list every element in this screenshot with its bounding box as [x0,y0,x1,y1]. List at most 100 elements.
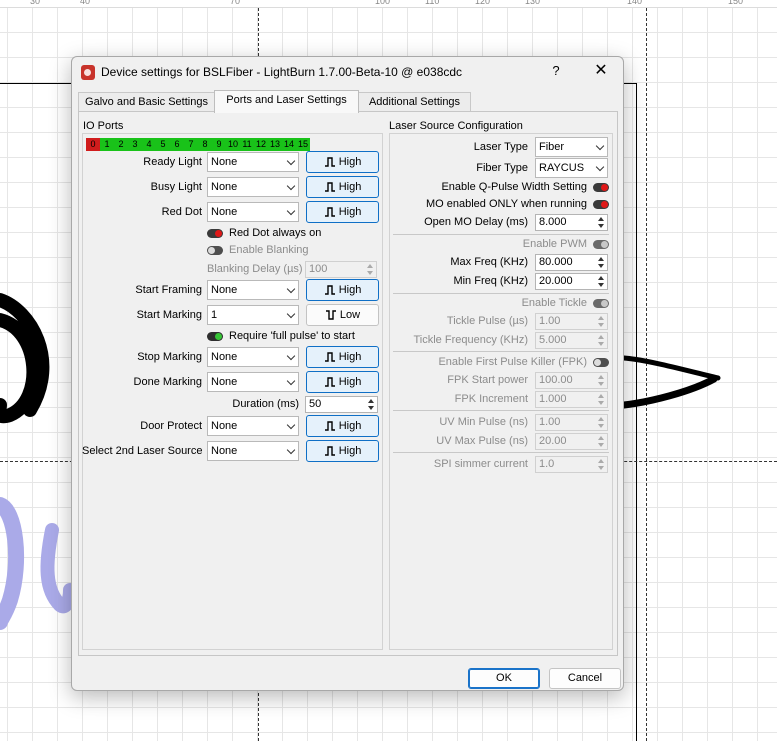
port-indicator-8: 8 [198,138,212,151]
cancel-button[interactable]: Cancel [549,668,621,689]
low-pulse-icon [325,310,336,320]
divider [393,351,609,352]
duration-spinbox[interactable]: 50 [305,396,378,413]
start-marking-select[interactable]: 1 [207,305,299,325]
divider [393,234,609,235]
busy-light-signal: High [338,181,362,193]
spin-arrows[interactable] [596,334,606,347]
done-marking-signal: High [338,376,362,388]
door-protect-select[interactable]: None [207,416,299,436]
uv-max-pulse-spinbox[interactable]: 20.00 [535,433,608,450]
chevron-down-icon [286,284,296,294]
max-freq-spinbox[interactable]: 80.000 [535,254,608,271]
toggle-knob [215,230,222,237]
second-laser-label: Select 2nd Laser Source [82,445,203,457]
open-mo-delay-spinbox[interactable]: 8.000 [535,214,608,231]
fpk-start-power-spinbox[interactable]: 100.00 [535,372,608,389]
door-protect-signal-button[interactable]: High [306,415,379,437]
red-dot-value: None [211,206,238,218]
spin-arrows[interactable] [596,256,606,269]
start-framing-select[interactable]: None [207,280,299,300]
red-dot-always-on-toggle[interactable] [207,229,223,238]
spin-arrows[interactable] [596,315,606,328]
ready-light-value: None [211,156,238,168]
ready-light-signal-button[interactable]: High [306,151,379,173]
tab-additional[interactable]: Additional Settings [358,92,471,112]
open-mo-delay-label: Open MO Delay (ms) [424,216,528,228]
toggle-knob [208,247,215,254]
spin-arrows[interactable] [596,435,606,448]
enable-fpk-label: Enable First Pulse Killer (FPK) [438,356,587,368]
high-pulse-icon [324,421,335,431]
toggle-knob [601,184,608,191]
enable-blanking-toggle[interactable] [207,246,223,255]
title-bar[interactable]: Device settings for BSLFiber - LightBurn… [72,57,623,87]
enable-tickle-toggle[interactable] [593,299,609,308]
fpk-start-power-label: FPK Start power [447,374,528,386]
red-dot-always-on-label: Red Dot always on [229,227,322,239]
start-marking-value: 1 [211,309,218,321]
fpk-increment-spinbox[interactable]: 1.000 [535,391,608,408]
ready-light-select[interactable]: None [207,152,299,172]
mo-enabled-toggle[interactable] [593,200,609,209]
tab-ports-laser[interactable]: Ports and Laser Settings [214,90,359,113]
busy-light-select[interactable]: None [207,177,299,197]
spin-arrows[interactable] [596,458,606,471]
spin-arrows[interactable] [366,398,376,411]
spin-arrows[interactable] [596,374,606,387]
tickle-pulse-spinbox[interactable]: 1.00 [535,313,608,330]
open-mo-delay-value: 8.000 [539,216,567,228]
busy-light-signal-button[interactable]: High [306,176,379,198]
tab-galvo-basic[interactable]: Galvo and Basic Settings [78,92,215,112]
uv-max-pulse-label: UV Max Pulse (ns) [436,435,528,447]
fiber-type-select[interactable]: RAYCUS [535,158,608,178]
red-dot-signal-button[interactable]: High [306,201,379,223]
toggle-knob [594,359,601,366]
chevron-down-icon [286,156,296,166]
stop-marking-signal-button[interactable]: High [306,346,379,368]
enable-pwm-label: Enable PWM [522,238,587,250]
done-marking-signal-button[interactable]: High [306,371,379,393]
ready-light-label: Ready Light [143,156,202,168]
chevron-down-icon [286,420,296,430]
mo-enabled-label: MO enabled ONLY when running [425,198,587,210]
done-marking-select[interactable]: None [207,372,299,392]
tickle-freq-spinbox[interactable]: 5.000 [535,332,608,349]
second-laser-signal-button[interactable]: High [306,440,379,462]
min-freq-spinbox[interactable]: 20.000 [535,273,608,290]
port-indicator-11: 11 [240,138,254,151]
close-icon[interactable]: ✕ [587,60,615,82]
uv-min-pulse-spinbox[interactable]: 1.00 [535,414,608,431]
red-dot-select[interactable]: None [207,202,299,222]
high-pulse-icon [324,446,335,456]
port-indicator-5: 5 [156,138,170,151]
spin-arrows[interactable] [596,393,606,406]
ok-button[interactable]: OK [468,668,540,689]
blanking-delay-spinbox[interactable]: 100 [305,261,377,278]
enable-q-pulse-toggle[interactable] [593,183,609,192]
fpk-increment-value: 1.000 [539,393,567,405]
max-freq-label: Max Freq (KHz) [450,256,528,268]
laser-type-select[interactable]: Fiber [535,137,608,157]
fpk-increment-label: FPK Increment [454,393,528,405]
start-framing-signal-button[interactable]: High [306,279,379,301]
spin-arrows[interactable] [596,275,606,288]
tickle-pulse-value: 1.00 [539,315,561,327]
spin-arrows[interactable] [596,216,606,229]
port-indicator-14: 14 [282,138,296,151]
stop-marking-select[interactable]: None [207,347,299,367]
port-indicator-15: 15 [296,138,310,151]
second-laser-select[interactable]: None [207,441,299,461]
require-full-pulse-toggle[interactable] [207,332,223,341]
port-indicator-12: 12 [254,138,268,151]
port-indicator-0: 0 [86,138,100,151]
spin-arrows[interactable] [596,416,606,429]
chevron-down-icon [595,141,605,151]
spi-simmer-spinbox[interactable]: 1.0 [535,456,608,473]
start-marking-signal-button[interactable]: Low [306,304,379,326]
enable-pwm-toggle[interactable] [593,240,609,249]
high-pulse-icon [324,285,335,295]
spin-arrows[interactable] [365,263,375,276]
enable-fpk-toggle[interactable] [593,358,609,367]
help-button[interactable]: ? [544,60,568,82]
